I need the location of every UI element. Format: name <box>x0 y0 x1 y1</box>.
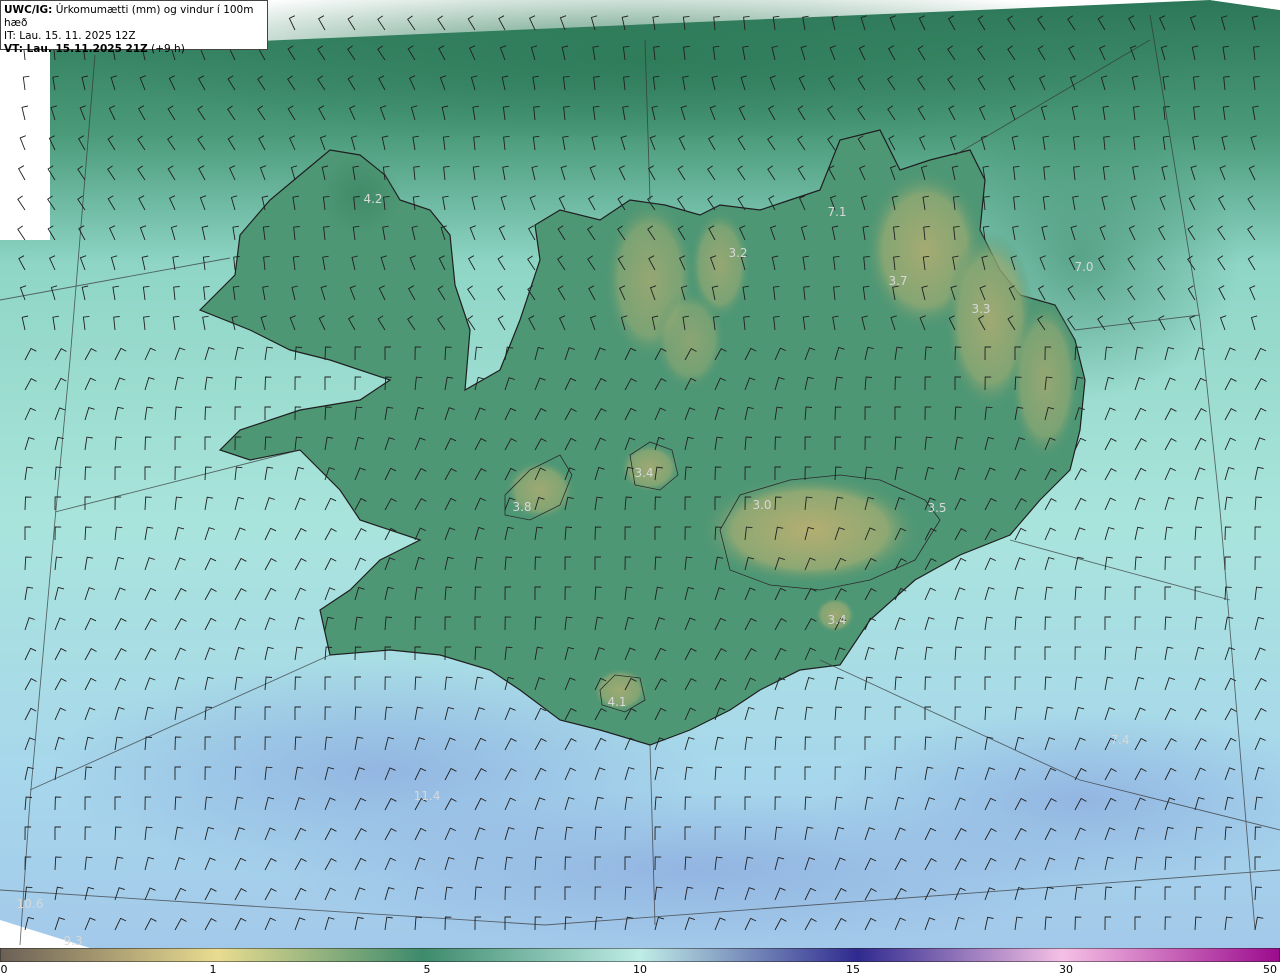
colorbar-tick: 50 <box>1263 963 1277 976</box>
issue-time: IT: Lau. 15. 11. 2025 12Z <box>4 30 136 42</box>
map-value-label: 3.8 <box>512 500 532 514</box>
lead-time: (+9 h) <box>151 43 185 55</box>
map-value-label: 3.2 <box>728 246 748 260</box>
map-value-label: 3.5 <box>927 501 947 515</box>
colorbar-tick: 15 <box>846 963 860 976</box>
colorbar-tick: 0 <box>0 963 8 976</box>
map-value-label: 3.4 <box>634 466 654 480</box>
colorbar-tick: 10 <box>633 963 647 976</box>
valid-time: VT: Lau. 15.11.2025 21Z <box>4 43 148 55</box>
map-value-label: 7.1 <box>827 205 847 219</box>
map-value-label: 11.4 <box>413 789 441 803</box>
map-value-label: 3.0 <box>752 498 772 512</box>
colorbar-tick: 30 <box>1059 963 1073 976</box>
colorbar <box>0 948 1280 962</box>
map-value-label: 3.7 <box>888 274 908 288</box>
map-value-label: 9.3 <box>63 934 83 948</box>
map-value-label: 4.2 <box>363 192 383 206</box>
map-value-label: 3.3 <box>971 302 991 316</box>
map-value-label: 10.6 <box>16 897 44 911</box>
map-header: UWC/IG: Úrkomumætti (mm) og vindur í 100… <box>0 0 268 55</box>
map-value-label: 7.4 <box>1110 733 1130 747</box>
model-name: UWC/IG: <box>4 4 53 16</box>
map-value-label: 4.1 <box>607 695 627 709</box>
map-value-label: 7.0 <box>1074 260 1094 274</box>
colorbar-tick: 5 <box>423 963 431 976</box>
colorbar-tick: 1 <box>209 963 217 976</box>
map-value-label: 3.4 <box>827 613 847 627</box>
